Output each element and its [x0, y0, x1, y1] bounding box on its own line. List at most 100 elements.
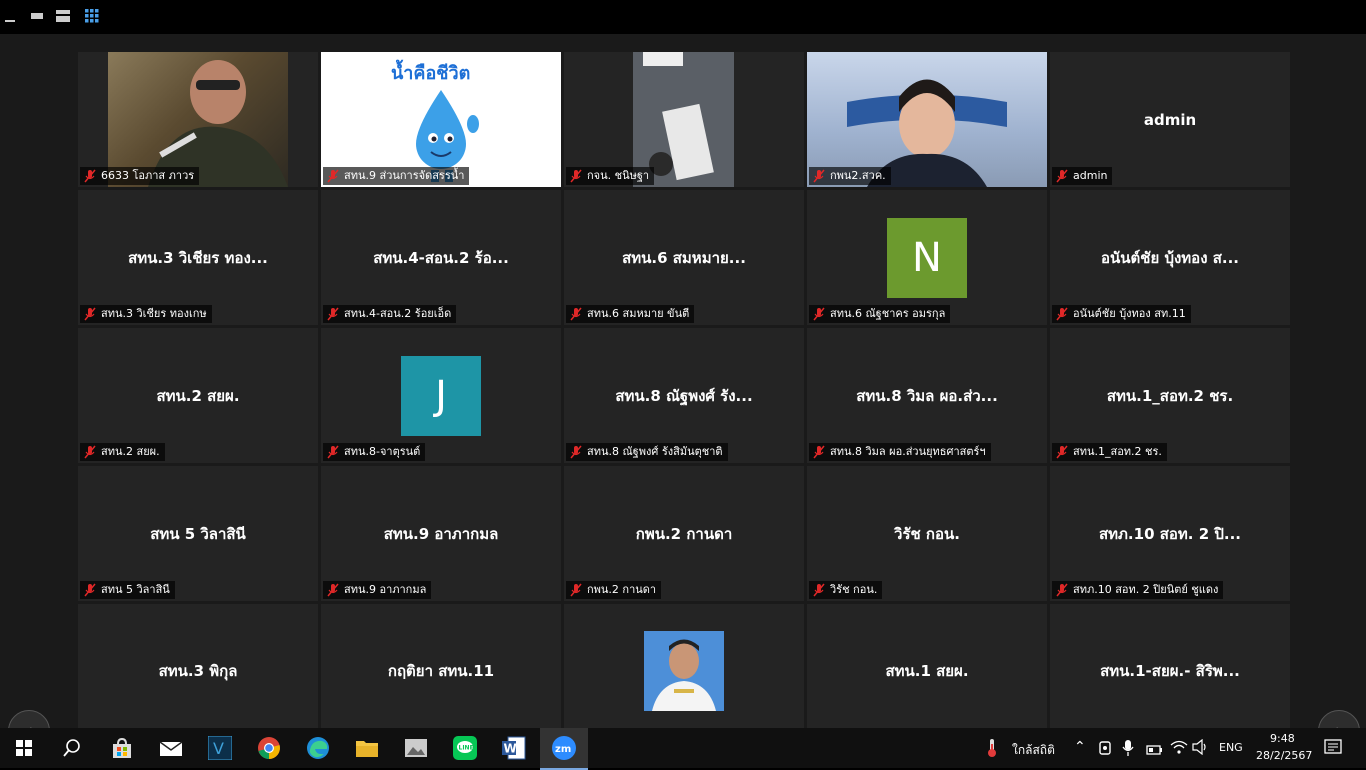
- chevron-left-icon: ‹: [25, 719, 33, 728]
- participant-tile[interactable]: สทภ.10 สอท. 2 ปิ... สทภ.10 สอท. 2 ปิยนิต…: [1050, 466, 1290, 601]
- muted-mic-icon: [812, 445, 826, 459]
- participant-tile[interactable]: สทน 5 วิลาสินี สทน 5 วิลาสินี: [78, 466, 318, 601]
- speaker-view-icon[interactable]: [56, 9, 70, 23]
- volume-icon[interactable]: [1192, 738, 1210, 759]
- participant-name: สทน.2 สยผ.: [101, 445, 160, 458]
- photos-app[interactable]: [392, 728, 440, 768]
- participant-tile[interactable]: สทน.1_สอท.2 ชร. สทน.1_สอท.2 ชร.: [1050, 328, 1290, 463]
- avatar: J: [401, 355, 481, 436]
- mail-icon: [159, 741, 183, 756]
- zoom-app[interactable]: zm: [540, 728, 588, 770]
- word-app[interactable]: W: [490, 728, 538, 768]
- muted-mic-icon: [326, 307, 340, 321]
- participant-tile[interactable]: สทน.3 พิกุล: [78, 604, 318, 728]
- window-mode-icon[interactable]: [30, 9, 44, 23]
- participant-name: กพน.2 กานดา: [587, 583, 657, 596]
- muted-mic-icon: [326, 583, 340, 597]
- participant-tile[interactable]: กพน.2 กานดา กพน.2 กานดา: [564, 466, 804, 601]
- muted-mic-icon: [1055, 307, 1069, 321]
- participant-tile[interactable]: อนันต์ชัย บุ้งทอง ส... อนันต์ชัย บุ้งทอง…: [1050, 190, 1290, 325]
- participant-name-label: สทน.3 วิเชียร ทองเกษ: [80, 305, 212, 323]
- edge-app[interactable]: [294, 728, 342, 768]
- search-button[interactable]: [48, 728, 96, 768]
- participant-name: กพน2.สวค.: [830, 169, 886, 182]
- participant-tile[interactable]: สทน.6 สมหมาย... สทน.6 สมหมาย ขันตี: [564, 190, 804, 325]
- clock-date[interactable]: 28/2/2567: [1256, 749, 1312, 762]
- participant-name-label: สทน.9 อาภากมล: [323, 581, 432, 599]
- participant-name: สทน.9 อาภากมล: [344, 583, 427, 596]
- line-app[interactable]: LINE: [441, 728, 489, 768]
- microphone-icon[interactable]: [1122, 739, 1134, 761]
- participant-tile[interactable]: กฤติยา สทน.11: [321, 604, 561, 728]
- participant-tile[interactable]: N สทน.6 ณัฐชาคร อมรกุล: [807, 190, 1047, 325]
- participant-name-label: กจน. ชนิษฐา: [566, 167, 655, 185]
- participant-tile[interactable]: สทน.8 ณัฐพงศ์ รัง... สทน.8 ณัฐพงศ์ รังสิ…: [564, 328, 804, 463]
- gallery-view-icon[interactable]: [84, 9, 100, 23]
- clock-time[interactable]: 9:48: [1270, 732, 1295, 745]
- wifi-icon[interactable]: [1170, 739, 1188, 759]
- participant-tile[interactable]: สทน.2 สยผ. สทน.2 สยผ.: [78, 328, 318, 463]
- participant-tile[interactable]: น้ำคือชีวิต สทน.9 ส่วนการจัดสรรน้ำ: [321, 52, 561, 187]
- store-app[interactable]: [98, 728, 146, 768]
- muted-mic-icon: [1055, 169, 1069, 183]
- avatar: N: [887, 217, 967, 298]
- muted-mic-icon: [1055, 583, 1069, 597]
- participant-tile[interactable]: สทน.4-สอน.2 ร้อ... สทน.4-สอน.2 ร้อยเอ็ด: [321, 190, 561, 325]
- windows-taskbar: V LINE W zm ใกล้สถิติ ⌃ ENG 9:48 28/2/25…: [0, 728, 1366, 770]
- participant-tile[interactable]: สทน.3 วิเชียร ทอง... สทน.3 วิเชียร ทองเก…: [78, 190, 318, 325]
- search-icon: [63, 739, 80, 757]
- participant-tile[interactable]: สทน.1 สยผ.: [807, 604, 1047, 728]
- muted-mic-icon: [326, 169, 340, 183]
- file-explorer-app[interactable]: [343, 728, 391, 768]
- participant-name-label: admin: [1052, 167, 1113, 185]
- participant-tile[interactable]: กพน2.สวค.: [807, 52, 1047, 187]
- mail-app[interactable]: [147, 728, 195, 768]
- participant-tile[interactable]: J สทน.8-จาตุรนต์: [321, 328, 561, 463]
- participant-name: 6633 โอภาส ภาวร: [101, 169, 195, 182]
- muted-mic-icon: [569, 445, 583, 459]
- participant-name-label: กพน.2 กานดา: [566, 581, 662, 599]
- muted-mic-icon: [569, 583, 583, 597]
- participant-tile[interactable]: [564, 604, 804, 728]
- participant-name-label: กพน2.สวค.: [809, 167, 891, 185]
- participant-display-name: สทน.2 สยผ.: [156, 386, 240, 405]
- participant-display-name: สทน.8 วิมล ผอ.ส่ว...: [856, 386, 998, 405]
- participant-display-name: วิรัช กอน.: [894, 524, 960, 543]
- language-indicator[interactable]: ENG: [1219, 741, 1243, 754]
- chevron-up-icon[interactable]: ⌃: [1074, 739, 1086, 755]
- next-page-button[interactable]: ›: [1318, 710, 1360, 728]
- minimize-icon[interactable]: [4, 9, 16, 23]
- participant-tile[interactable]: 6633 โอภาส ภาวร: [78, 52, 318, 187]
- participant-display-name: กพน.2 กานดา: [635, 524, 733, 543]
- participant-tile[interactable]: สทน.9 อาภากมล สทน.9 อาภากมล: [321, 466, 561, 601]
- chevron-right-icon: ›: [1335, 719, 1343, 728]
- muted-mic-icon: [812, 583, 826, 597]
- weather-icon[interactable]: [984, 738, 1000, 762]
- participant-tile[interactable]: กจน. ชนิษฐา: [564, 52, 804, 187]
- participant-name: สทน.9 ส่วนการจัดสรรน้ำ: [344, 169, 465, 182]
- participant-name-label: สทน.8 วิมล ผอ.ส่วนยุทธศาสตร์ฯ: [809, 443, 991, 461]
- participant-tile[interactable]: วิรัช กอน. วิรัช กอน.: [807, 466, 1047, 601]
- weather-text[interactable]: ใกล้สถิติ: [1012, 741, 1055, 760]
- previous-page-button[interactable]: ‹: [8, 710, 50, 728]
- participant-name: สทน.6 สมหมาย ขันตี: [587, 307, 690, 320]
- participant-display-name: สทน.6 สมหมาย...: [622, 248, 746, 267]
- svg-text:W: W: [504, 742, 517, 756]
- participant-display-name: สทน 5 วิลาสินี: [150, 524, 246, 543]
- meet-now-icon[interactable]: [1098, 740, 1112, 760]
- battery-icon[interactable]: [1146, 741, 1164, 760]
- participant-tile[interactable]: admin admin: [1050, 52, 1290, 187]
- muted-mic-icon: [812, 169, 826, 183]
- participant-display-name: กฤติยา สทน.11: [387, 662, 495, 680]
- participant-display-name: สทน.1-สยผ.- สิริพ...: [1100, 662, 1240, 680]
- notifications-icon[interactable]: [1324, 739, 1342, 761]
- veeam-app[interactable]: V: [196, 728, 244, 768]
- start-button[interactable]: [0, 728, 48, 768]
- participant-name-label: อนันต์ชัย บุ้งทอง สท.11: [1052, 305, 1191, 323]
- participant-name-label: สทน.6 ณัฐชาคร อมรกุล: [809, 305, 951, 323]
- word-icon: W: [502, 736, 526, 760]
- participant-tile[interactable]: สทน.8 วิมล ผอ.ส่ว... สทน.8 วิมล ผอ.ส่วนย…: [807, 328, 1047, 463]
- chrome-app[interactable]: [245, 728, 293, 768]
- participant-tile[interactable]: สทน.1-สยผ.- สิริพ...: [1050, 604, 1290, 728]
- muted-mic-icon: [1055, 445, 1069, 459]
